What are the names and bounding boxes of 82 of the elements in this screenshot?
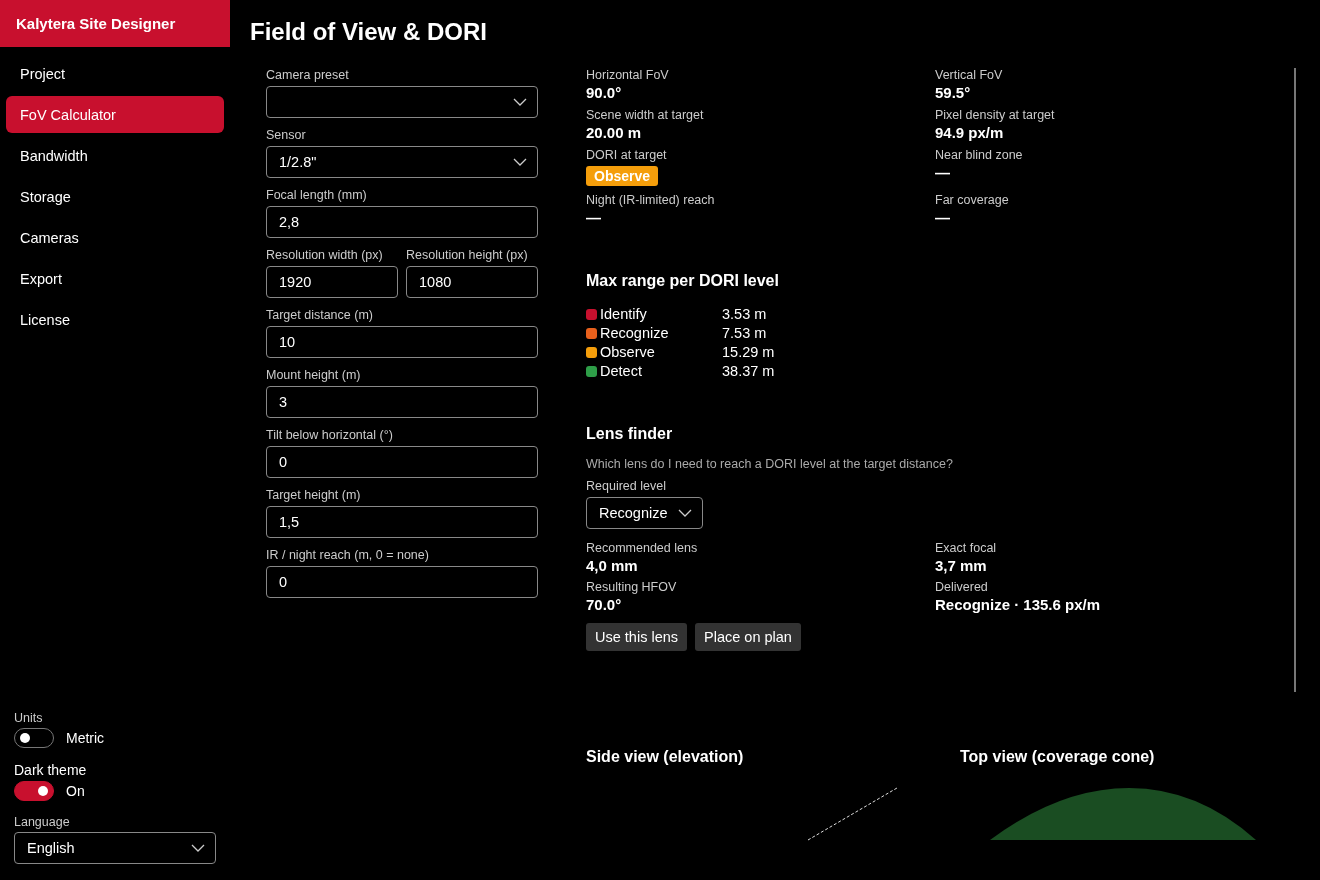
result-value: 90.0° bbox=[586, 84, 622, 101]
input-field[interactable]: 0 bbox=[266, 566, 538, 598]
result-label: Scene width at target bbox=[586, 108, 704, 122]
result-label: Horizontal FoV bbox=[586, 68, 669, 82]
chevron-down-icon bbox=[191, 844, 205, 852]
result-value: 20.00 m bbox=[586, 124, 642, 141]
toggle-switch[interactable] bbox=[14, 728, 54, 748]
sidebar-item[interactable]: License bbox=[6, 301, 224, 338]
input-field[interactable]: 1920 bbox=[266, 266, 398, 298]
chevron-down-icon bbox=[513, 158, 527, 166]
page-title: Field of View & DORI bbox=[250, 18, 488, 46]
result-value: Recognize · 135.6 px/m bbox=[935, 596, 1101, 613]
field-label: Target height (m) bbox=[266, 488, 362, 502]
result-value: — bbox=[935, 164, 950, 181]
language-select[interactable]: English bbox=[14, 832, 216, 864]
toggle-switch[interactable] bbox=[14, 781, 54, 801]
result-value: 3,7 mm bbox=[935, 557, 987, 574]
setting-label: Units bbox=[14, 711, 44, 725]
chevron-down-icon bbox=[677, 509, 692, 517]
level-name: Recognize bbox=[600, 325, 669, 341]
action-button[interactable]: Place on plan bbox=[695, 623, 801, 651]
result-label: Delivered bbox=[935, 580, 988, 594]
result-label: Vertical FoV bbox=[935, 68, 1003, 82]
field-label: IR / night reach (m, 0 = none) bbox=[266, 548, 430, 562]
field-label: Mount height (m) bbox=[266, 368, 362, 382]
section-description: Which lens do I need to reach a DORI level at the target distance? bbox=[586, 457, 954, 471]
result-label: Pixel density at target bbox=[935, 108, 1055, 122]
result-label: Night (IR-limited) reach bbox=[586, 193, 715, 207]
input-field[interactable]: 3 bbox=[266, 386, 538, 418]
result-value: 59.5° bbox=[935, 84, 971, 101]
result-label: Near blind zone bbox=[935, 148, 1023, 162]
sidebar-item[interactable]: FoV Calculator bbox=[6, 96, 224, 133]
section-heading: Max range per DORI level bbox=[586, 272, 780, 290]
result-value: 4,0 mm bbox=[586, 557, 638, 574]
field-label: Camera preset bbox=[266, 68, 350, 82]
level-range: 7.53 m bbox=[722, 325, 768, 341]
level-name: Detect bbox=[600, 363, 642, 379]
input-field[interactable]: 0 bbox=[266, 446, 538, 478]
select-field[interactable]: 1/2.8" bbox=[266, 146, 538, 178]
chevron-down-icon bbox=[513, 98, 527, 106]
result-label: Exact focal bbox=[935, 541, 997, 555]
select-field[interactable] bbox=[266, 86, 538, 118]
level-select[interactable]: Recognize bbox=[586, 497, 703, 529]
result-label: DORI at target bbox=[586, 148, 667, 162]
app-brand: Kalytera Site Designer bbox=[0, 0, 230, 47]
result-value: 94.9 px/m bbox=[935, 124, 1004, 141]
level-range: 38.37 m bbox=[722, 363, 776, 379]
result-value: — bbox=[586, 209, 601, 226]
field-label: Resolution width (px) bbox=[266, 248, 384, 262]
result-label: Resulting HFOV bbox=[586, 580, 677, 594]
field-label: Sensor bbox=[266, 128, 307, 142]
sidebar-item[interactable]: Export bbox=[6, 260, 224, 297]
level-name: Identify bbox=[600, 306, 647, 322]
level-range: 3.53 m bbox=[722, 306, 768, 322]
field-label: Required level bbox=[586, 479, 667, 493]
input-field[interactable]: 1080 bbox=[406, 266, 538, 298]
result-value: 70.0° bbox=[586, 596, 622, 613]
view-title: Side view (elevation) bbox=[586, 748, 745, 766]
input-field[interactable]: 2,8 bbox=[266, 206, 538, 238]
section-heading: Lens finder bbox=[586, 425, 674, 443]
sidebar-item[interactable]: Bandwidth bbox=[6, 137, 224, 174]
toggle-label: On bbox=[66, 783, 85, 799]
input-field[interactable]: 1,5 bbox=[266, 506, 538, 538]
result-value: — bbox=[935, 209, 950, 226]
field-label: Focal length (mm) bbox=[266, 188, 368, 202]
dori-badge: Observe bbox=[586, 166, 659, 186]
sidebar-item[interactable]: Project bbox=[6, 55, 224, 92]
field-label: Tilt below horizontal (°) bbox=[266, 428, 394, 442]
level-range: 15.29 m bbox=[722, 344, 776, 360]
setting-label: Dark theme bbox=[14, 762, 88, 778]
action-button[interactable]: Use this lens bbox=[586, 623, 687, 651]
field-label: Target distance (m) bbox=[266, 308, 374, 322]
result-label: Far coverage bbox=[935, 193, 1009, 207]
sidebar-item[interactable]: Storage bbox=[6, 178, 224, 215]
sidebar-item[interactable]: Cameras bbox=[6, 219, 224, 256]
setting-label: Language bbox=[14, 815, 71, 829]
result-label: Recommended lens bbox=[586, 541, 698, 555]
field-label: Resolution height (px) bbox=[406, 248, 529, 262]
toggle-label: Metric bbox=[66, 730, 105, 746]
input-field[interactable]: 10 bbox=[266, 326, 538, 358]
level-name: Observe bbox=[600, 344, 655, 360]
view-title: Top view (coverage cone) bbox=[960, 748, 1156, 766]
